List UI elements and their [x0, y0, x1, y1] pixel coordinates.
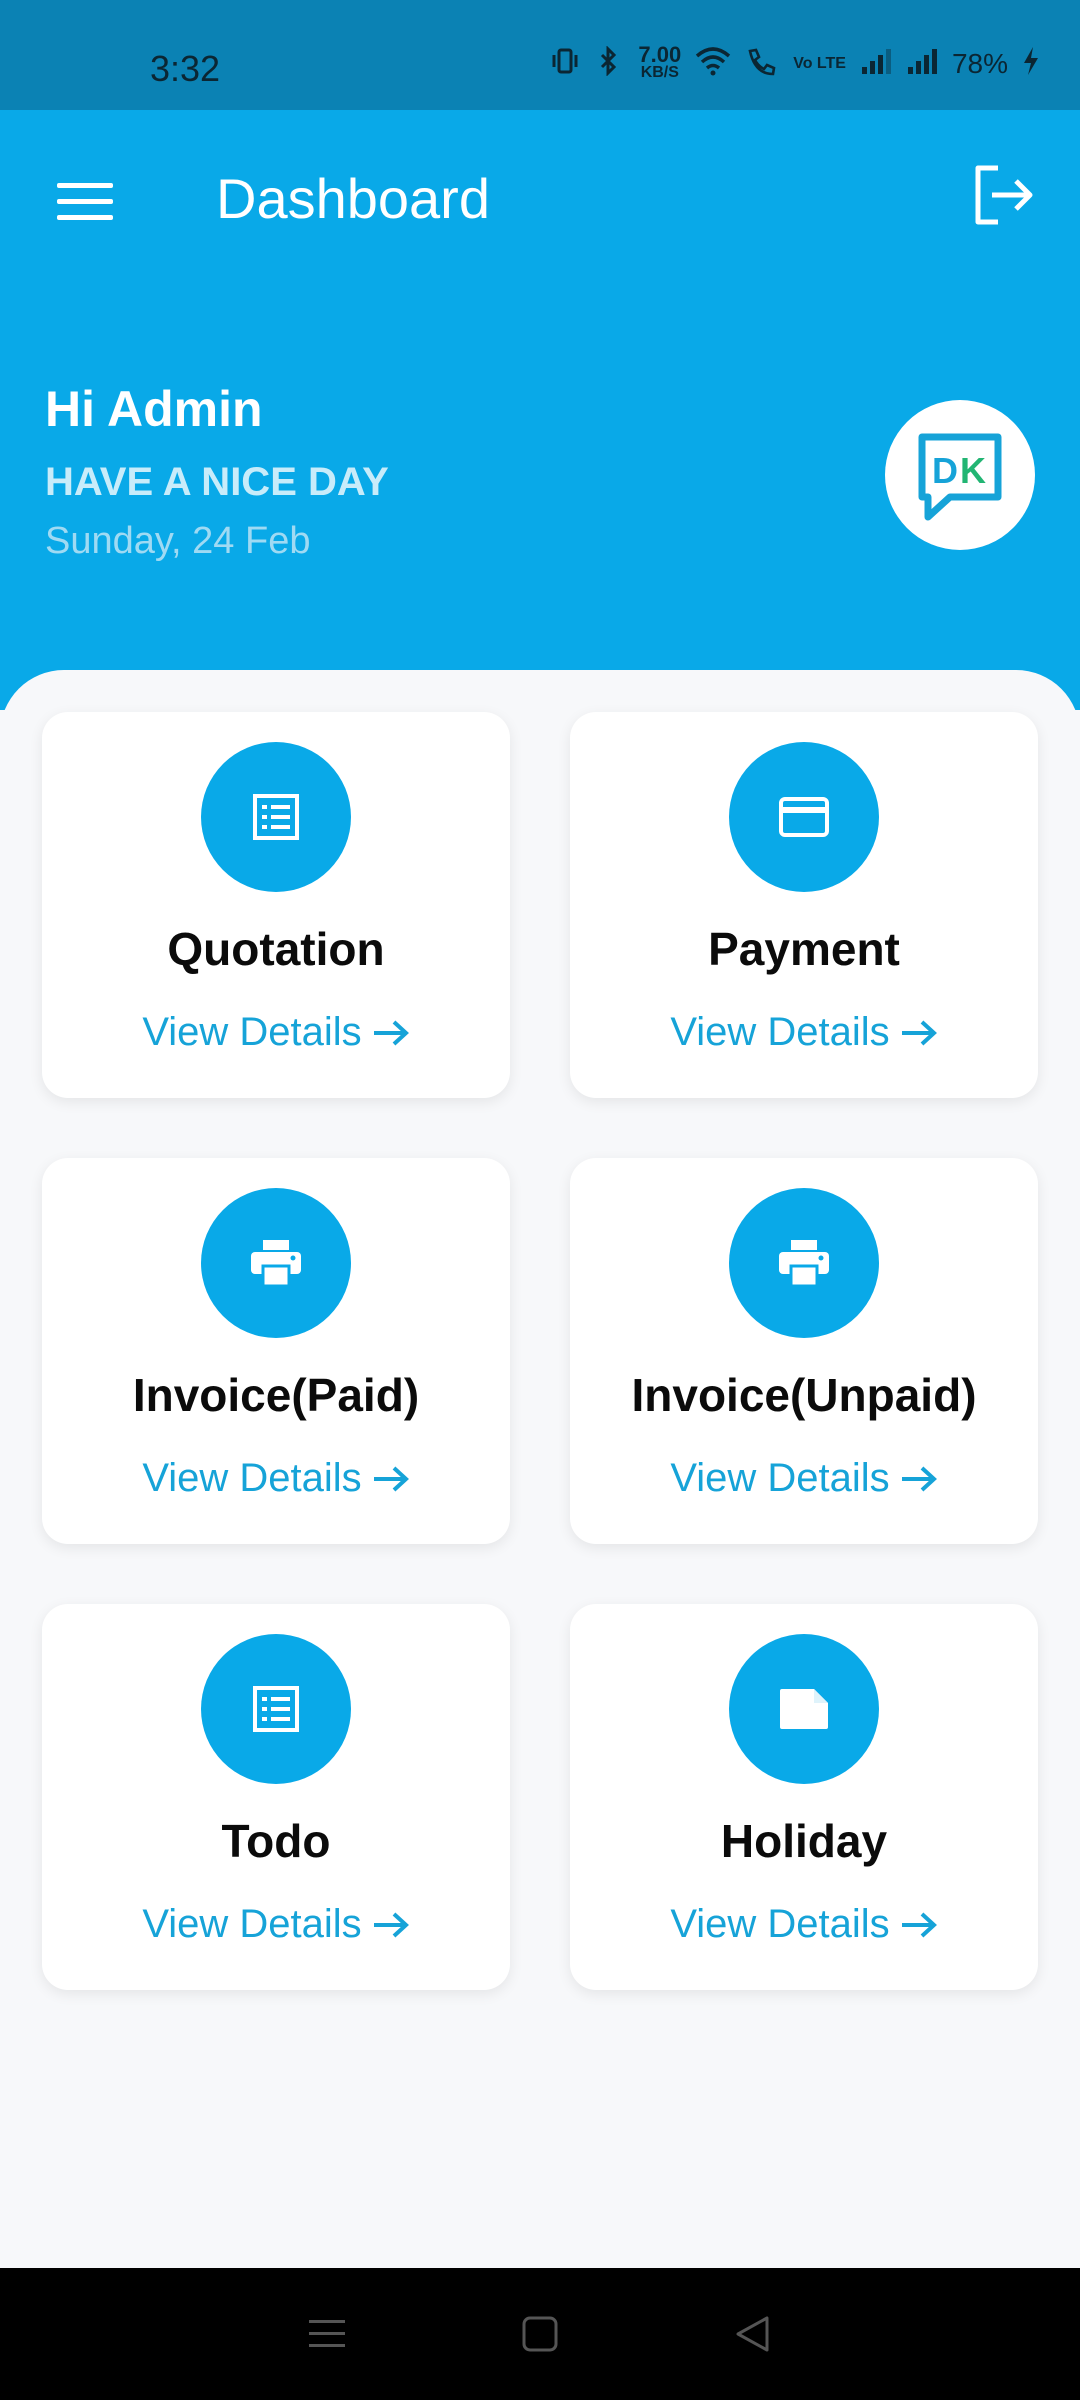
note-icon — [780, 1689, 828, 1729]
card-icon-circle — [201, 1634, 351, 1784]
arrow-right-icon — [373, 1912, 409, 1937]
charging-icon — [1022, 46, 1040, 82]
card-holiday[interactable]: Holiday View Details — [570, 1604, 1038, 1990]
arrow-right-icon — [901, 1912, 937, 1937]
card-icon-circle — [729, 742, 879, 892]
hamburger-menu-icon — [57, 183, 113, 220]
view-details-link[interactable]: View Details — [570, 1010, 1038, 1055]
svg-text:D: D — [932, 450, 958, 491]
chat-logo-icon: D K — [918, 433, 1002, 521]
signal-icon-2 — [906, 47, 938, 81]
view-details-link[interactable]: View Details — [42, 1010, 510, 1055]
view-details-label: View Details — [670, 1456, 890, 1500]
view-details-label: View Details — [142, 1902, 362, 1946]
page-title: Dashboard — [216, 167, 490, 230]
network-speed: 7.00 KB/S — [638, 42, 682, 82]
printer-icon — [251, 1240, 301, 1288]
wifi-icon — [695, 46, 731, 82]
volte-badge: Vo LTE — [793, 55, 846, 73]
card-title: Todo — [221, 1815, 331, 1867]
view-details-link[interactable]: View Details — [570, 1902, 1038, 1947]
view-details-label: View Details — [142, 1456, 362, 1500]
card-invoice-unpaid[interactable]: Invoice(Unpaid) View Details — [570, 1158, 1038, 1544]
view-details-link[interactable]: View Details — [42, 1456, 510, 1501]
list-icon — [253, 1686, 299, 1732]
logout-button[interactable] — [970, 162, 1050, 242]
home-button[interactable] — [500, 2294, 580, 2374]
greeting-subtitle: HAVE A NICE DAY — [45, 460, 389, 504]
arrow-right-icon — [901, 1466, 937, 1491]
company-logo: D K — [885, 400, 1035, 550]
card-icon-circle — [201, 742, 351, 892]
back-button[interactable] — [713, 2294, 793, 2374]
greeting-date: Sunday, 24 Feb — [45, 520, 311, 562]
card-title: Payment — [708, 923, 900, 975]
signal-icon-1 — [860, 47, 892, 81]
arrow-right-icon — [373, 1466, 409, 1491]
status-icons: 7.00 KB/S Vo LTE 78% — [550, 42, 1040, 82]
speed-value: 7.00 — [638, 42, 682, 67]
status-time: 3:32 — [150, 48, 221, 89]
logout-icon — [975, 165, 1033, 225]
system-nav-bar — [0, 2268, 1080, 2400]
volte-label: Vo LTE — [793, 55, 846, 72]
menu-button[interactable] — [50, 172, 120, 232]
speed-unit: KB/S — [640, 64, 679, 81]
recents-icon — [308, 2320, 345, 2347]
recents-button[interactable] — [287, 2294, 367, 2374]
bluetooth-icon — [594, 45, 624, 82]
view-details-label: View Details — [670, 1902, 890, 1946]
card-icon-circle — [729, 1188, 879, 1338]
battery-level: 78% — [951, 48, 1008, 79]
credit-card-icon — [779, 797, 829, 837]
wifi-calling-icon — [745, 46, 779, 82]
card-icon-circle — [729, 1634, 879, 1784]
card-todo[interactable]: Todo View Details — [42, 1604, 510, 1990]
card-title: Holiday — [720, 1815, 888, 1867]
view-details-label: View Details — [670, 1010, 890, 1054]
view-details-link[interactable]: View Details — [42, 1902, 510, 1947]
greeting-title: Hi Admin — [45, 381, 263, 437]
vibrate-icon — [550, 46, 580, 82]
card-icon-circle — [201, 1188, 351, 1338]
dashboard-content: Quotation View Details Payment View Deta… — [0, 670, 1080, 2270]
svg-text:K: K — [960, 450, 986, 491]
card-payment[interactable]: Payment View Details — [570, 712, 1038, 1098]
card-quotation[interactable]: Quotation View Details — [42, 712, 510, 1098]
card-invoice-paid[interactable]: Invoice(Paid) View Details — [42, 1158, 510, 1544]
card-title: Invoice(Paid) — [132, 1369, 420, 1421]
view-details-link[interactable]: View Details — [570, 1456, 1038, 1501]
dashboard-header: Dashboard Hi Admin HAVE A NICE DAY Sunda… — [0, 110, 1080, 710]
card-title: Invoice(Unpaid) — [631, 1369, 977, 1421]
back-icon — [736, 2316, 769, 2352]
status-bar: 3:32 7.00 KB/S Vo LTE 78% — [0, 0, 1080, 110]
arrow-right-icon — [373, 1020, 409, 1045]
arrow-right-icon — [901, 1020, 937, 1045]
list-icon — [253, 794, 299, 840]
home-icon — [522, 2316, 558, 2352]
view-details-label: View Details — [142, 1010, 362, 1054]
card-title: Quotation — [167, 923, 385, 975]
printer-icon — [779, 1240, 829, 1288]
